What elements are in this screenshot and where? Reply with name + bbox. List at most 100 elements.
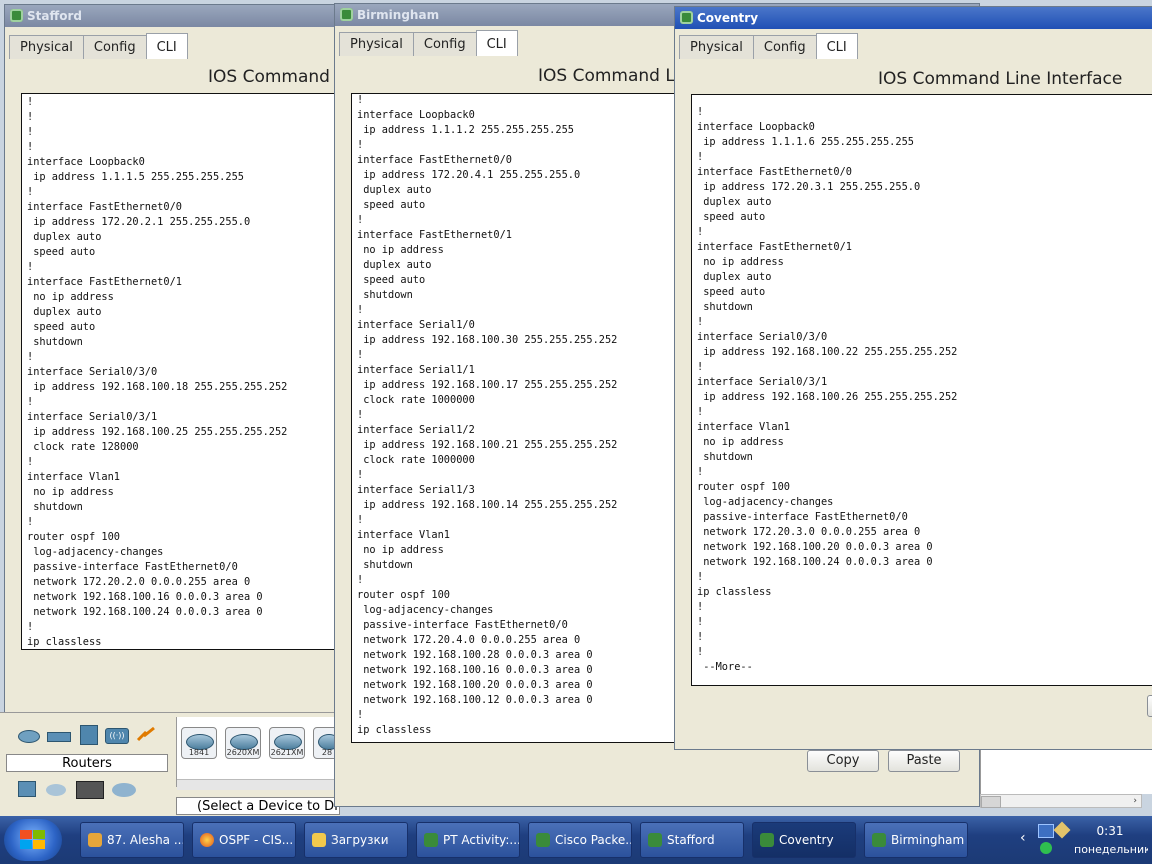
cli-line: ip address 192.168.100.30 255.255.255.25…: [357, 334, 618, 346]
cli-line: no ip address: [697, 256, 784, 268]
cli-line: duplex auto: [697, 196, 772, 208]
coventry-tabs: Physical Config CLI: [679, 33, 858, 59]
cli-console[interactable]: !!!! interface Loopback0 ip address 1.1.1…: [21, 93, 343, 650]
tab-cli[interactable]: CLI: [145, 33, 188, 59]
cli-line: passive-interface FastEthernet0/0: [357, 619, 568, 631]
device-1841[interactable]: 1841: [181, 727, 217, 759]
start-button[interactable]: [4, 819, 62, 861]
cli-line: !: [27, 261, 34, 273]
horizontal-scrollbar[interactable]: ›: [980, 794, 1142, 808]
cli-line: interface Serial1/2: [357, 424, 475, 436]
cli-line: ip address 192.168.100.14 255.255.255.25…: [357, 499, 618, 511]
cli-line: !: [27, 396, 34, 408]
cli-line: speed auto: [357, 274, 426, 286]
cli-line: clock rate 1000000: [357, 394, 475, 406]
cli-line: shutdown: [697, 451, 753, 463]
cli-line: !: [27, 96, 34, 108]
cli-console[interactable]: ! interface Loopback0 ip address 1.1.1.6 …: [691, 94, 1152, 686]
paste-button[interactable]: Paste: [888, 750, 960, 772]
taskbar-item-alesha[interactable]: 87. Alesha ...: [80, 822, 184, 858]
device-2620xm[interactable]: 2620XM: [225, 727, 261, 759]
packet-tracer-icon: [872, 833, 886, 847]
scroll-right-icon[interactable]: ›: [1133, 795, 1137, 807]
cli-line: interface Serial1/0: [357, 319, 475, 331]
connections-category-icon[interactable]: [134, 724, 158, 742]
cli-line: !: [357, 574, 364, 586]
copy-button[interactable]: Copy: [807, 750, 879, 772]
tab-config[interactable]: Config: [752, 35, 817, 59]
taskbar-item-cisco-packet[interactable]: Cisco Packe...: [528, 822, 632, 858]
tab-cli[interactable]: CLI: [475, 30, 518, 56]
cli-line: log-adjacency-changes: [357, 604, 494, 616]
copy-button[interactable]: [1147, 695, 1152, 717]
tab-config[interactable]: Config: [82, 35, 147, 59]
router-category-icon[interactable]: [16, 727, 40, 745]
cli-output: ! interface Loopback0 ip address 1.1.1.6 …: [692, 105, 1152, 675]
cli-line: no ip address: [27, 486, 114, 498]
cli-console[interactable]: ! interface Loopback0 ip address 1.1.1.2 …: [351, 93, 681, 743]
wireless-category-icon[interactable]: ((·)): [104, 726, 129, 744]
packet-tracer-icon: [648, 833, 662, 847]
cli-line: network 172.20.2.0 0.0.0.255 area 0: [27, 576, 251, 588]
packet-tracer-icon: [10, 9, 23, 22]
taskbar-item-stafford[interactable]: Stafford: [640, 822, 744, 858]
folder-icon: [312, 833, 326, 847]
cli-line: !: [357, 349, 364, 361]
tab-physical[interactable]: Physical: [679, 35, 754, 59]
cli-line: !: [697, 616, 704, 628]
cli-line: duplex auto: [697, 271, 772, 283]
custom-device-icon[interactable]: [76, 777, 104, 799]
taskbar-item-pt-activity[interactable]: PT Activity:...: [416, 822, 520, 858]
cli-line: --More--: [697, 661, 753, 673]
end-device-icon[interactable]: [14, 779, 38, 797]
device-2621xm[interactable]: 2621XM: [269, 727, 305, 759]
cli-line: interface FastEthernet0/0: [27, 201, 182, 213]
cli-line: shutdown: [357, 289, 413, 301]
cli-line: interface Serial0/3/1: [27, 411, 158, 423]
taskbar-item-ospf[interactable]: OSPF - CIS...: [192, 822, 296, 858]
packet-tracer-icon: [424, 833, 438, 847]
cli-line: network 192.168.100.20 0.0.0.3 area 0: [357, 679, 593, 691]
taskbar-item-coventry[interactable]: Coventry: [752, 822, 856, 858]
tab-config[interactable]: Config: [412, 32, 477, 56]
stafford-titlebar[interactable]: Stafford: [5, 5, 343, 27]
taskbar: 87. Alesha ... OSPF - CIS... Загрузки PT…: [0, 816, 1152, 864]
device-list-scrollbar[interactable]: [177, 779, 341, 790]
cli-line: interface Vlan1: [697, 421, 790, 433]
cli-line: interface FastEthernet0/0: [357, 154, 512, 166]
cli-line: interface Serial1/1: [357, 364, 475, 376]
tab-physical[interactable]: Physical: [9, 35, 84, 59]
clock-day[interactable]: понедельник: [1074, 843, 1148, 856]
tab-physical[interactable]: Physical: [339, 32, 414, 56]
sync-icon[interactable]: [1040, 842, 1052, 854]
cli-line: ip address 192.168.100.26 255.255.255.25…: [697, 391, 958, 403]
cli-line: network 172.20.4.0 0.0.0.255 area 0: [357, 634, 581, 646]
network-icon[interactable]: [1038, 824, 1054, 838]
scroll-thumb[interactable]: [981, 796, 1001, 808]
cli-line: interface FastEthernet0/0: [697, 166, 852, 178]
cli-line: interface Loopback0: [357, 109, 475, 121]
coventry-titlebar[interactable]: Coventry: [675, 7, 1152, 29]
cli-line: network 192.168.100.28 0.0.0.3 area 0: [357, 649, 593, 661]
cli-line: !: [27, 516, 34, 528]
cli-line: interface Serial1/3: [357, 484, 475, 496]
multiuser-icon[interactable]: [112, 781, 136, 799]
cli-line: !: [697, 316, 704, 328]
cli-line: ip address 1.1.1.6 255.255.255.255: [697, 136, 914, 148]
tools-icon[interactable]: [1053, 821, 1071, 839]
taskbar-item-downloads[interactable]: Загрузки: [304, 822, 408, 858]
cli-line: router ospf 100: [27, 531, 120, 543]
tray-expand-icon[interactable]: ‹: [1020, 830, 1026, 846]
cli-line: network 192.168.100.20 0.0.0.3 area 0: [697, 541, 933, 553]
cli-line: !: [27, 186, 34, 198]
cli-line: speed auto: [27, 321, 96, 333]
clock-time[interactable]: 0:31: [1090, 824, 1130, 838]
switch-category-icon[interactable]: [46, 727, 71, 745]
taskbar-item-birmingham[interactable]: Birmingham: [864, 822, 968, 858]
cli-line: ip classless: [357, 724, 432, 736]
cloud-icon[interactable]: [44, 781, 68, 799]
cli-line: !: [357, 514, 364, 526]
cli-line: duplex auto: [27, 306, 102, 318]
hub-category-icon[interactable]: [76, 725, 100, 745]
tab-cli[interactable]: CLI: [815, 33, 858, 59]
